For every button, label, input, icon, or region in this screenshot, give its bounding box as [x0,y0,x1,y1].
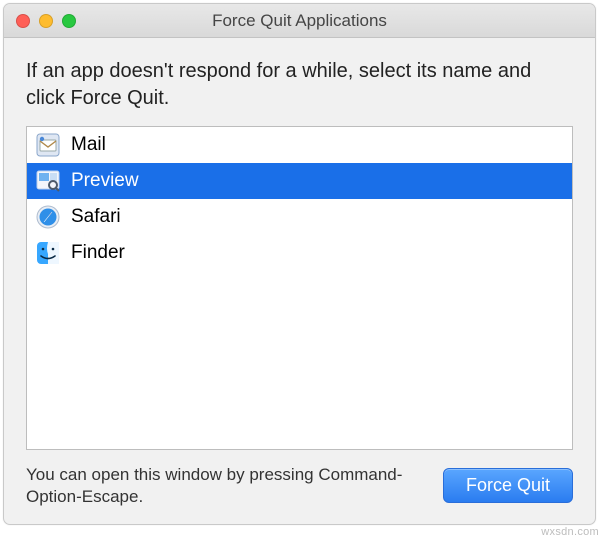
force-quit-button[interactable]: Force Quit [443,468,573,503]
safari-icon [35,204,61,230]
app-row-preview[interactable]: Preview [27,163,572,199]
app-list[interactable]: Mail Preview [26,126,573,450]
minimize-icon[interactable] [39,14,53,28]
preview-icon [35,168,61,194]
mail-icon [35,132,61,158]
footer: You can open this window by pressing Com… [4,450,595,524]
window-title: Force Quit Applications [4,11,595,31]
close-icon[interactable] [16,14,30,28]
app-name-label: Preview [71,170,139,192]
watermark: wxsdn.com [541,526,599,538]
content: If an app doesn't respond for a while, s… [4,38,595,450]
footer-hint: You can open this window by pressing Com… [26,464,419,508]
zoom-icon[interactable] [62,14,76,28]
app-row-finder[interactable]: Finder [27,235,572,271]
finder-icon [35,240,61,266]
traffic-lights [4,14,76,28]
app-name-label: Finder [71,242,125,264]
titlebar: Force Quit Applications [4,4,595,38]
app-name-label: Safari [71,206,121,228]
instruction-text: If an app doesn't respond for a while, s… [26,58,573,112]
app-row-mail[interactable]: Mail [27,127,572,163]
app-name-label: Mail [71,134,106,156]
force-quit-window: Force Quit Applications If an app doesn'… [3,3,596,525]
app-row-safari[interactable]: Safari [27,199,572,235]
